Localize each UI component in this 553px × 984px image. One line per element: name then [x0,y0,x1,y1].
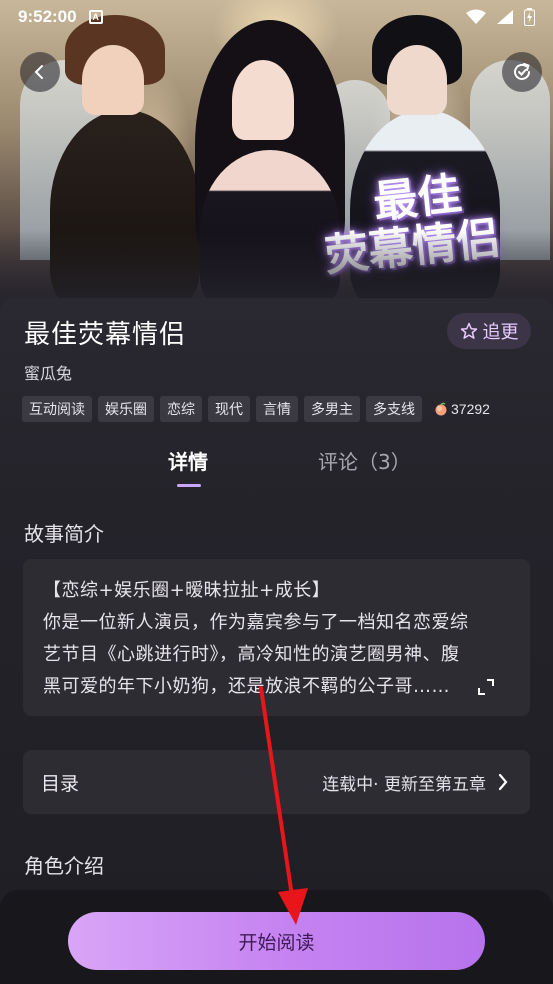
wifi-icon [466,9,486,24]
expand-icon[interactable] [478,679,494,695]
tag[interactable]: 多男主 [304,396,360,422]
peach-icon [435,402,447,416]
status-time: 9:52:00 [18,7,77,26]
catalog-label: 目录 [41,772,80,795]
tag[interactable]: 恋综 [160,396,202,422]
heat-count: 37292 [434,401,490,417]
synopsis-heading: 故事简介 [24,522,104,546]
start-reading-button[interactable]: 开始阅读 [68,912,485,970]
tag[interactable]: 现代 [208,396,250,422]
tab-details[interactable]: 详情 [168,446,208,475]
synopsis-line: 你是一位新人演员，作为嘉宾参与了一档知名恋爱综 [43,612,469,633]
active-tab-indicator [177,484,201,487]
restart-button[interactable] [502,52,542,92]
chevron-right-icon [498,773,508,791]
tab-comments[interactable]: 评论（3） [318,446,411,475]
cover-image: 最佳 荧幕情侣 [0,0,553,310]
battery-icon [524,8,535,26]
characters-heading: 角色介绍 [24,854,104,878]
back-button[interactable] [20,52,60,92]
tag[interactable]: 言情 [256,396,298,422]
follow-label: 追更 [482,322,519,343]
tag[interactable]: 多支线 [366,396,422,422]
synopsis-line: 艺节目《心跳进行时》，高冷知性的演艺圈男神、腹 [43,644,460,665]
catalog-status: 连载中· 更新至第五章 [322,774,486,795]
book-title: 最佳荧幕情侣 [24,320,187,350]
tag[interactable]: 娱乐圈 [98,396,154,422]
synopsis-line: 【恋综+娱乐圈+暧昧拉扯+成长】 [43,580,331,601]
tag[interactable]: 互动阅读 [22,396,92,422]
tab-bar: 详情 评论（3） [0,446,553,496]
status-bar: 9:52:00 A [0,0,553,34]
catalog-row[interactable]: 目录 连载中· 更新至第五章 [23,750,530,814]
author-name: 蜜瓜兔 [24,364,73,383]
signal-icon [497,10,513,24]
follow-button[interactable]: 追更 [447,313,531,349]
star-icon [460,322,477,339]
notification-icon: A [88,10,103,24]
restart-icon [514,63,530,80]
synopsis-card[interactable]: 【恋综+娱乐圈+暧昧拉扯+成长】 你是一位新人演员，作为嘉宾参与了一档知名恋爱综… [23,559,530,716]
tag-list: 互动阅读 娱乐圈 恋综 现代 言情 多男主 多支线 37292 [22,396,490,422]
heat-value: 37292 [451,401,490,417]
synopsis-line: 黑可爱的年下小奶狗，还是放浪不羁的公子哥…… [43,676,450,697]
chevron-left-icon [34,65,43,79]
